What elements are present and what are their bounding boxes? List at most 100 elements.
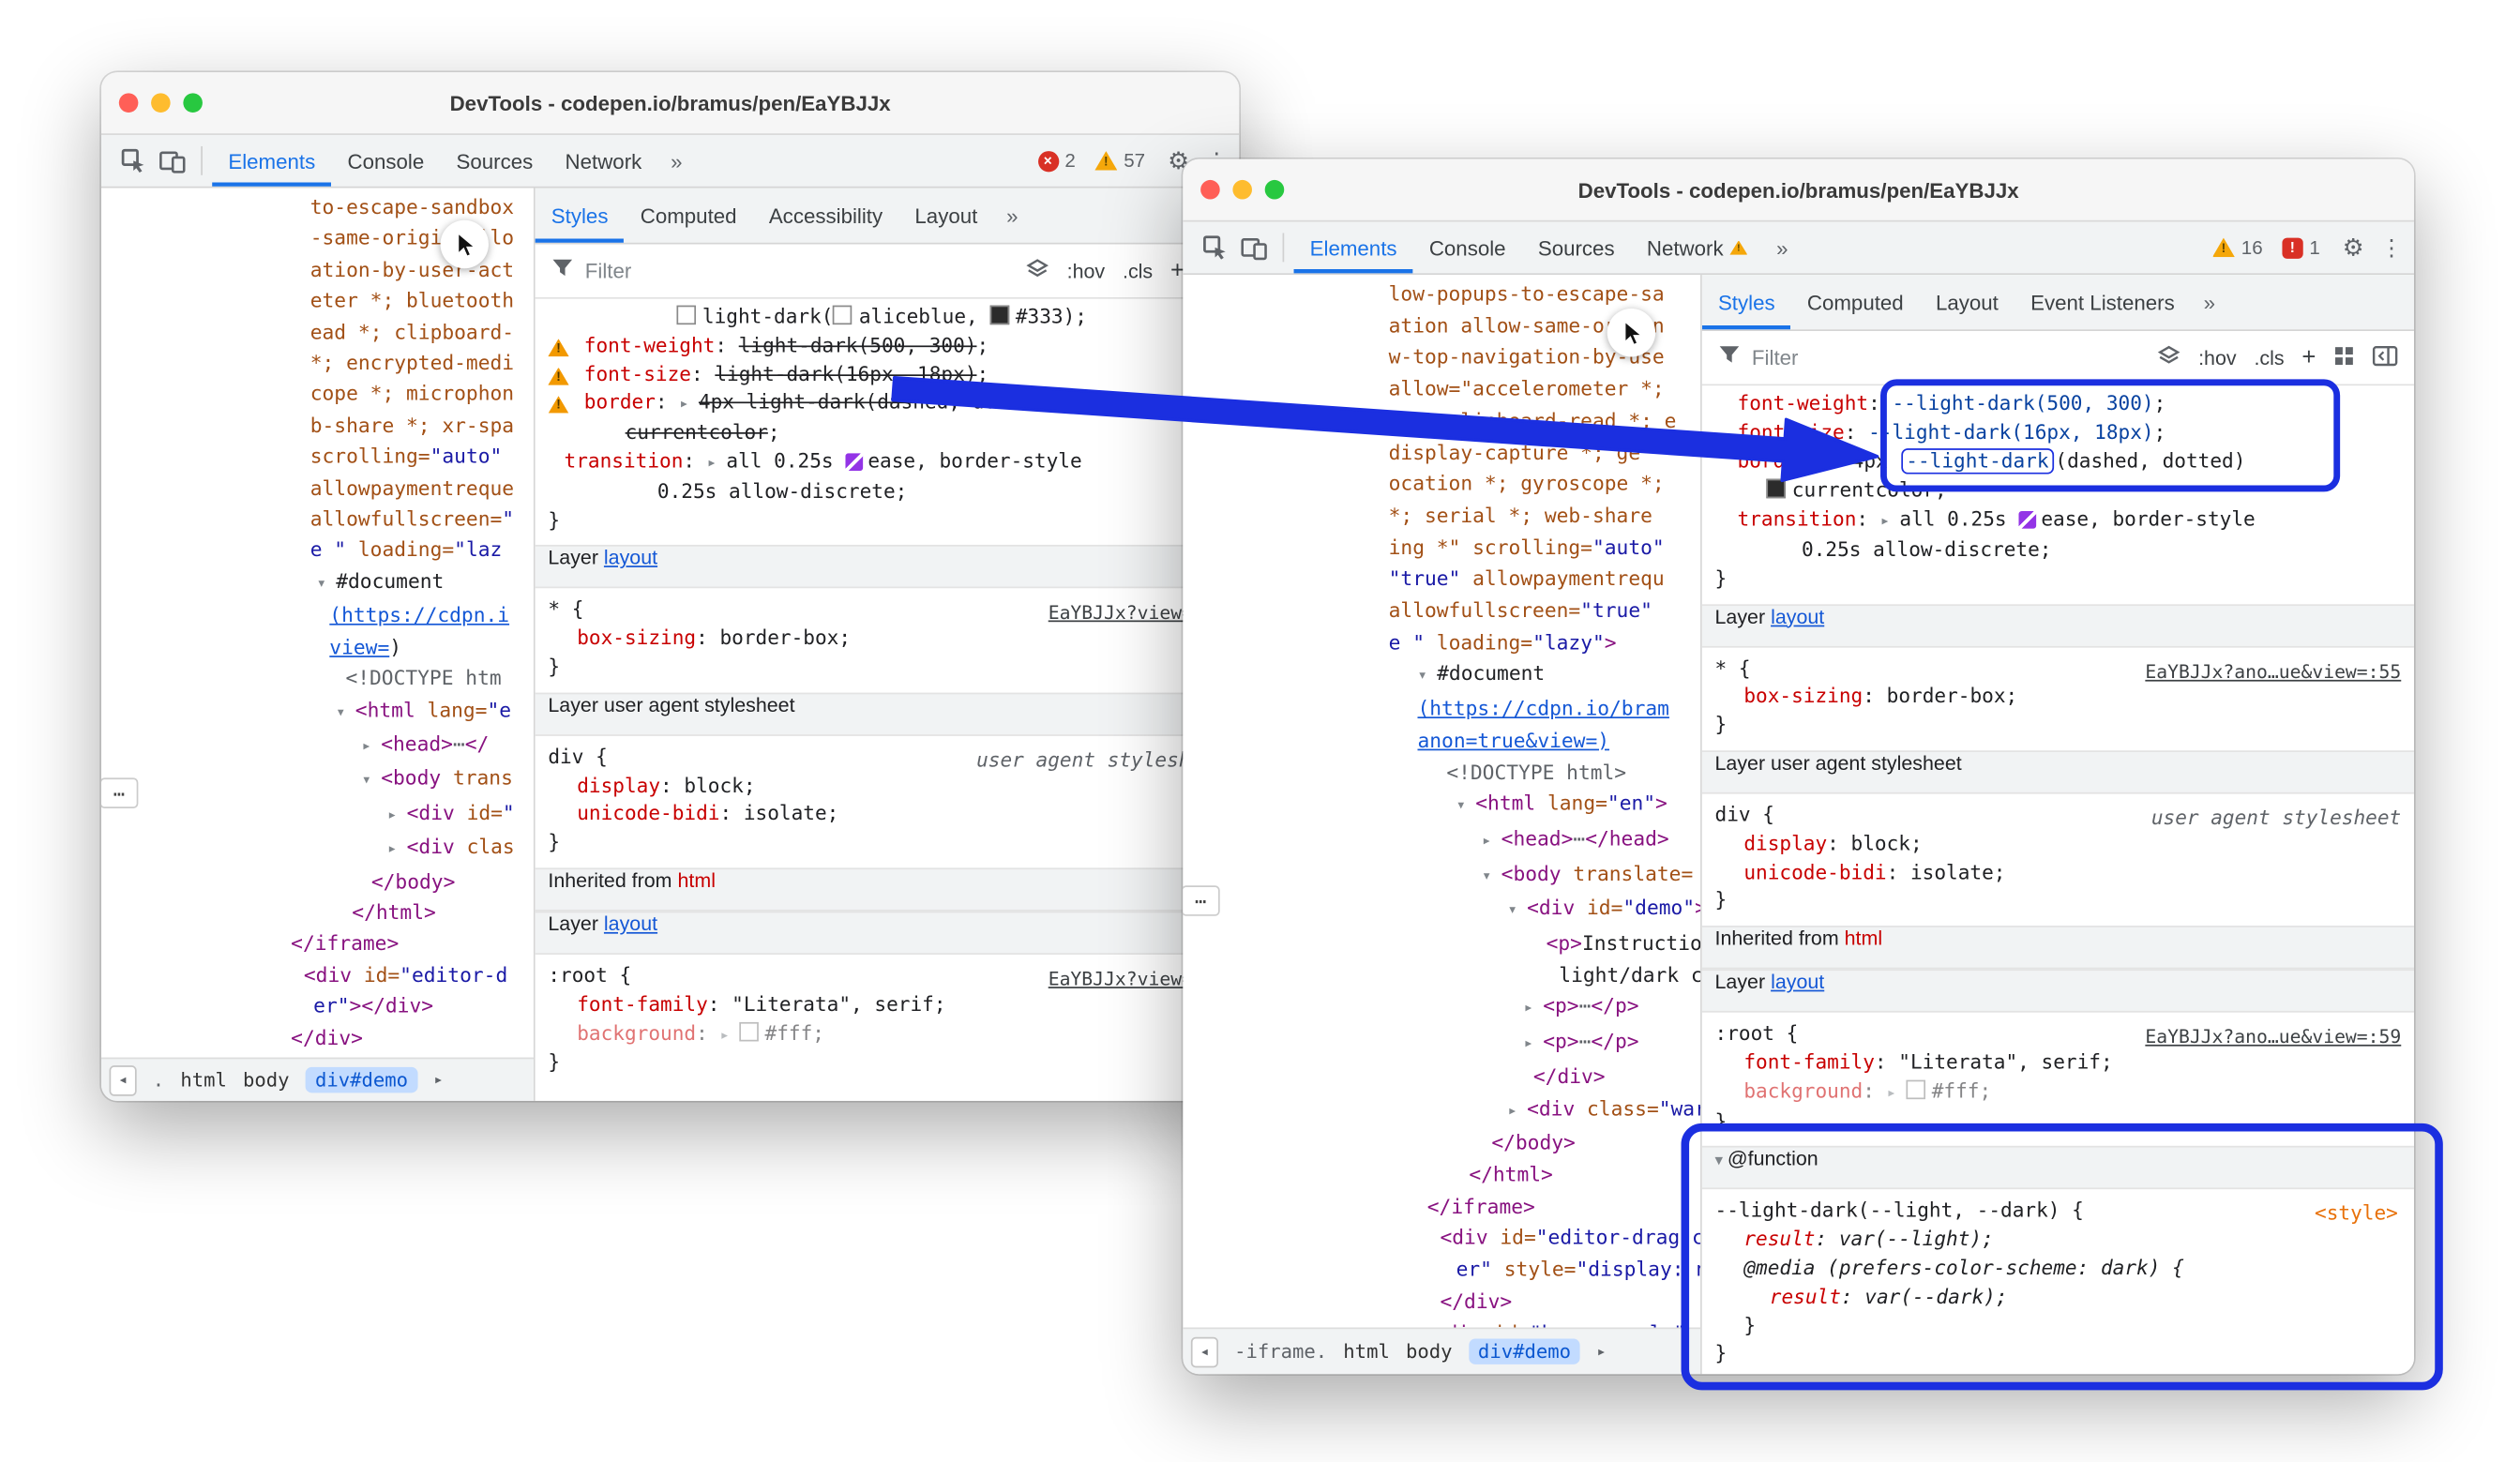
dom-tree-row[interactable]: e " loading="laz (101, 535, 534, 565)
overflow-ellipsis-button[interactable]: ⋯ (1183, 885, 1219, 916)
link[interactable]: view= (329, 634, 389, 658)
dom-tree-row[interactable]: *; serial *; web-share (1183, 500, 1700, 532)
dom-tree-row[interactable]: <div id="editor-d (101, 959, 534, 990)
dom-tree-row[interactable]: light/dark col (1183, 959, 1700, 991)
dom-tree-row[interactable]: e " loading="lazy"> (1183, 626, 1700, 658)
tab-sources[interactable]: Sources (1522, 221, 1631, 273)
zoom-button[interactable] (183, 93, 203, 113)
cascade-layers-icon[interactable] (1025, 258, 1049, 283)
dom-tree-row[interactable]: </iframe> (101, 927, 534, 958)
dom-tree-row[interactable]: </body> (101, 866, 534, 897)
dom-tree-row[interactable]: to-escape-sandbox (101, 191, 534, 222)
dom-tree-row[interactable]: ▾ <body translate= (1183, 858, 1700, 893)
grid-icon[interactable] (2333, 345, 2354, 370)
tab-network[interactable]: Network (549, 135, 657, 187)
warning-count-badge[interactable]: 57 (1094, 149, 1145, 172)
inspect-element-icon[interactable] (114, 142, 153, 180)
dom-tree-row[interactable]: ▸ <div class="war (1183, 1093, 1700, 1127)
link[interactable]: (https://cdpn.i (329, 603, 509, 627)
dom-tree-row[interactable]: (https://cdpn.i (101, 600, 534, 631)
dom-tree-row[interactable]: ▸ <head>⋯</ (101, 728, 534, 762)
tab-network[interactable]: Network (1631, 221, 1764, 273)
dom-tree-row[interactable]: display-capture *; ge (1183, 436, 1700, 468)
dom-tree-row[interactable]: ▾ <div id="demo"> (1183, 893, 1700, 927)
overflow-ellipsis-button[interactable]: ⋯ (101, 777, 138, 808)
dom-tree-row[interactable]: a *; clipboard-read *; e (1183, 405, 1700, 437)
device-toolbar-icon[interactable] (153, 142, 191, 180)
link[interactable]: anon=true&view=) (1417, 728, 1609, 752)
more-sidebar-tabs-icon[interactable]: » (993, 203, 1031, 228)
dock-sidebar-icon[interactable] (2372, 345, 2397, 370)
link[interactable]: layout (604, 547, 657, 569)
dom-tree-row[interactable]: ▸ <p>⋯</p> (1183, 990, 1700, 1025)
titlebar[interactable]: DevTools - codepen.io/bramus/pen/EaYBJJx (1183, 159, 2414, 222)
dom-tree-row[interactable]: eter *; bluetooth (101, 285, 534, 316)
breadcrumb-item[interactable]: . (153, 1069, 164, 1092)
link[interactable]: layout (1771, 971, 1824, 993)
sidebar-tab-event-listeners[interactable]: Event Listeners (2014, 275, 2191, 329)
breadcrumb-item-selected[interactable]: div#demo (1469, 1339, 1581, 1364)
tab-console[interactable]: Console (331, 135, 440, 187)
link[interactable]: layout (604, 912, 657, 935)
sidebar-tab-layout[interactable]: Layout (898, 188, 993, 243)
close-button[interactable] (1200, 180, 1220, 200)
dom-tree-row[interactable]: allowpaymentreque (101, 472, 534, 503)
dom-tree-row[interactable]: *; encrypted-medi (101, 347, 534, 378)
device-toolbar-icon[interactable] (1234, 228, 1273, 266)
sidebar-tab-computed[interactable]: Computed (1791, 275, 1920, 329)
more-panels-icon[interactable]: » (1763, 235, 1801, 260)
minimize-button[interactable] (1232, 180, 1252, 200)
cascade-layers-icon[interactable] (2157, 345, 2181, 370)
sidebar-tab-computed[interactable]: Computed (625, 188, 753, 243)
dom-tree-row[interactable]: scrolling="auto" (101, 441, 534, 472)
dom-tree-row[interactable]: ing *" scrolling="auto" (1183, 532, 1700, 564)
breadcrumb-scroll-right[interactable]: ▸ (433, 1071, 443, 1089)
dom-tree-row[interactable]: ▸ <div clas (101, 831, 534, 866)
tab-elements[interactable]: Elements (212, 135, 331, 187)
breadcrumb-item[interactable]: html (180, 1069, 227, 1092)
breadcrumb-scroll-left[interactable]: ◂ (1191, 1336, 1218, 1367)
dom-tree-row[interactable]: </div> (1183, 1061, 1700, 1093)
breadcrumb-item[interactable]: body (243, 1069, 290, 1092)
style-link[interactable]: <style> (2315, 1201, 2398, 1229)
dom-tree-row[interactable]: b-share *; xr-spa (101, 410, 534, 441)
element-classes-button[interactable]: .cls (1123, 260, 1153, 282)
dom-tree-row[interactable]: ▸ <head>⋯</head> (1183, 822, 1700, 857)
filter-input[interactable]: Filter (585, 259, 632, 283)
tab-console[interactable]: Console (1413, 221, 1522, 273)
dom-tree-row[interactable]: </html> (1183, 1159, 1700, 1191)
new-style-rule-button[interactable]: + (2301, 344, 2316, 371)
dom-tree-row[interactable]: </html> (101, 897, 534, 927)
dom-tree-row[interactable]: </body> (1183, 1127, 1700, 1159)
close-button[interactable] (119, 93, 139, 113)
more-panels-icon[interactable]: » (657, 149, 695, 173)
warning-count-badge[interactable]: 16 (2212, 236, 2263, 259)
sidebar-tab-styles[interactable]: Styles (1702, 275, 1791, 329)
dom-tree-row[interactable]: ▾ #document (101, 565, 534, 600)
sidebar-tab-styles[interactable]: Styles (536, 188, 625, 243)
toggle-element-state-button[interactable]: :hov (1067, 260, 1106, 282)
dom-tree-row[interactable]: ▾ <html lang="en"> (1183, 788, 1700, 822)
dom-tree-row[interactable]: ocation *; gyroscope *; (1183, 468, 1700, 500)
sidebar-tab-accessibility[interactable]: Accessibility (753, 188, 899, 243)
breadcrumb-item[interactable]: html (1343, 1340, 1390, 1363)
zoom-button[interactable] (1265, 180, 1285, 200)
dom-tree-row[interactable]: allowfullscreen=" (101, 503, 534, 534)
dom-tree-row[interactable]: </div> (101, 1021, 534, 1052)
dom-tree-row[interactable]: ▾ #document (1183, 658, 1700, 693)
dom-tree-row[interactable]: low-popups-to-escape-sa (1183, 278, 1700, 309)
dom-tree-row[interactable]: ▾ <html lang="e (101, 693, 534, 728)
dom-tree-row[interactable]: ead *; clipboard- (101, 316, 534, 347)
dom-tree-row[interactable]: </iframe> (1183, 1190, 1700, 1222)
tab-elements[interactable]: Elements (1294, 221, 1413, 273)
source-link[interactable]: EaYBJJx?ano…ue&view=:55 (2145, 658, 2401, 686)
more-sidebar-tabs-icon[interactable]: » (2191, 290, 2228, 314)
dom-tree-row[interactable]: allow="accelerometer *; (1183, 373, 1700, 405)
kebab-menu-icon[interactable]: ⋮ (2380, 234, 2401, 261)
element-classes-button[interactable]: .cls (2254, 346, 2284, 369)
toggle-element-state-button[interactable]: :hov (2198, 346, 2237, 369)
dom-tree-row[interactable]: ▸ <div id=" (101, 797, 534, 832)
dom-tree-row[interactable]: ▸ <div id="box-console" c (1183, 1317, 1700, 1327)
minimize-button[interactable] (151, 93, 171, 113)
issues-count-badge[interactable]: 1 (2282, 236, 2320, 259)
